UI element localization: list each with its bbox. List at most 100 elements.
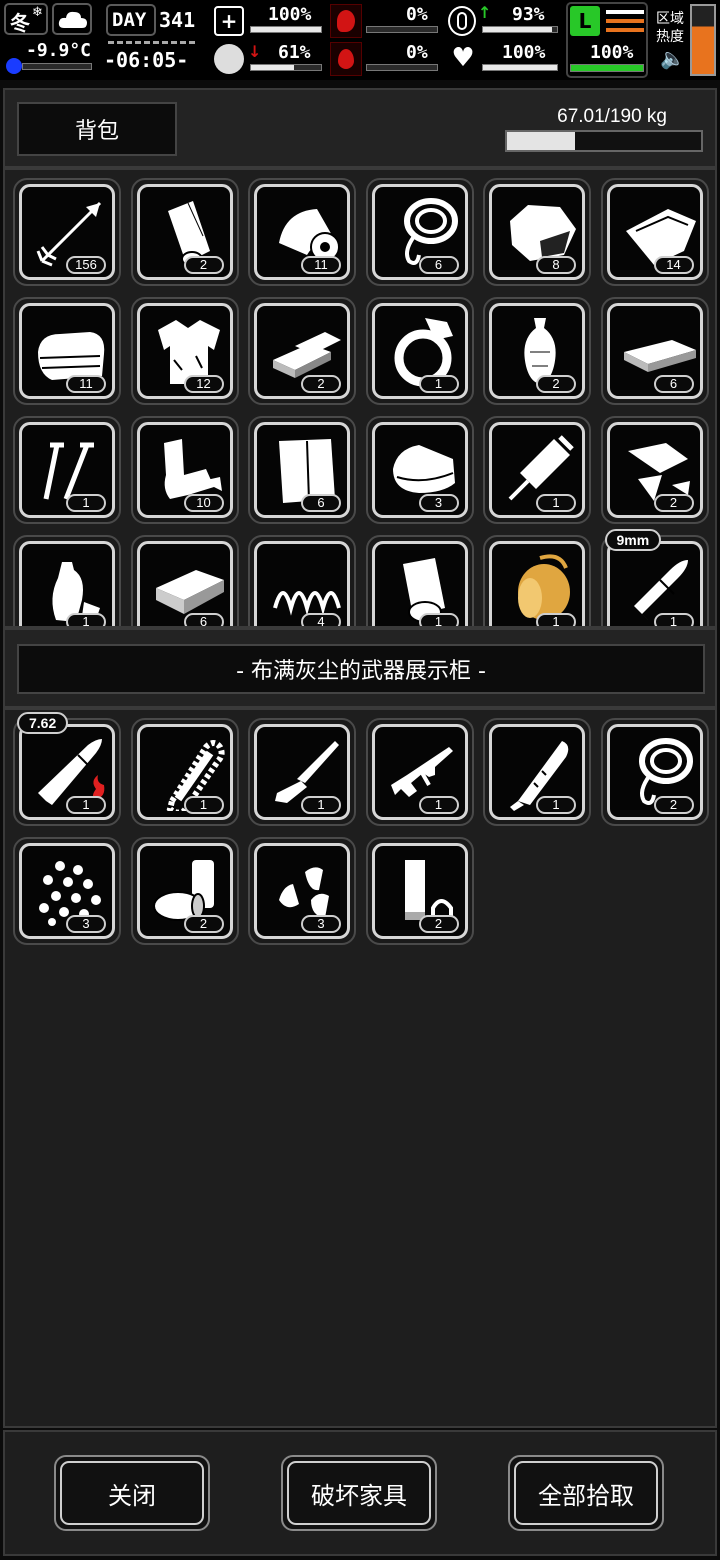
item-count-badge: 2 [301, 375, 341, 393]
item-count-badge: 8 [536, 256, 576, 274]
backpack-header: 背包 67.01/190 kg [3, 88, 717, 168]
backpack-item-slot[interactable]: 1 [13, 535, 121, 626]
take-all-button-label: 全部拾取 [514, 1461, 658, 1525]
close-button[interactable]: 关闭 [54, 1455, 210, 1531]
container-item-frame: 1 [489, 724, 585, 820]
stomach-icon [330, 4, 362, 38]
item-count-badge: 3 [66, 915, 106, 933]
destroy-furniture-button[interactable]: 破坏家具 [281, 1455, 437, 1531]
backpack-item-frame: 1 [371, 541, 468, 626]
item-count-badge: 1 [418, 796, 459, 814]
container-item-frame: 1 [371, 724, 468, 820]
backpack-item-frame: 2 [254, 303, 350, 399]
stamina-bar [570, 64, 644, 72]
item-count-badge: 6 [653, 375, 694, 393]
backpack-item-frame: 2 [136, 184, 233, 280]
backpack-slot-list: 156 2 11 6 8 14 11 12 2 1 2 6 1 10 6 3 1 2 1 6 4 1 1 1 9mm [5, 170, 715, 626]
backpack-item-slot[interactable]: 11 [13, 297, 121, 405]
backpack-item-frame: 3 [371, 422, 468, 518]
backpack-item-slot[interactable]: 6 [248, 416, 356, 524]
container-item-slot[interactable]: 1 [248, 718, 356, 826]
container-item-frame: 3 [254, 843, 350, 939]
backpack-item-frame: 4 [254, 541, 350, 626]
status-hud: 冬 ❄ -9.9°C DAY 341 -06:05- + 100% ↓ 61% … [0, 0, 720, 80]
container-item-slot[interactable]: 3 [13, 837, 121, 945]
item-count-badge: 1 [418, 375, 459, 393]
item-count-badge: 1 [66, 613, 106, 626]
container-item-slot[interactable]: 2 [130, 837, 239, 945]
backpack-item-frame: 2 [489, 303, 585, 399]
medkit-icon: + [214, 6, 244, 36]
item-count-badge: 1 [66, 796, 106, 814]
stamina-bar-fill [571, 65, 643, 71]
backpack-weight: 67.01/190 kg [557, 106, 667, 127]
backpack-item-slot[interactable]: 1 [13, 416, 121, 524]
backpack-item-slot[interactable]: 8 [483, 178, 591, 286]
health-bar-fill [251, 27, 321, 32]
health-value: 100% [268, 4, 312, 25]
hunger-bar [366, 26, 438, 33]
heart-icon: ♥ [451, 43, 475, 73]
blood-bar [366, 64, 438, 71]
container-item-slot[interactable]: 2 [365, 837, 474, 945]
backpack-item-slot[interactable]: 11 [248, 178, 356, 286]
item-count-badge: 1 [536, 796, 576, 814]
item-count-badge: 3 [418, 494, 459, 512]
backpack-item-slot[interactable]: 2 [130, 178, 239, 286]
backpack-grid[interactable]: 156 2 11 6 8 14 11 12 2 1 2 6 1 10 6 3 1 2 1 6 4 1 1 1 9mm [3, 168, 717, 628]
container-item-slot[interactable]: 1 7.62 [13, 712, 121, 826]
container-title-box: - 布满灰尘的武器展示柜 - [17, 644, 705, 694]
container-item-frame: 2 [606, 724, 703, 820]
backpack-item-slot[interactable]: 1 9mm [600, 529, 709, 626]
backpack-item-slot[interactable]: 2 [600, 416, 709, 524]
brain-bar-fill [251, 65, 294, 70]
backpack-item-slot[interactable]: 1 [365, 297, 474, 405]
backpack-item-slot[interactable]: 1 [365, 535, 474, 626]
backpack-item-slot[interactable]: 6 [130, 535, 239, 626]
zone-heat-meter [690, 4, 716, 76]
brain-bar [250, 64, 322, 71]
backpack-item-slot[interactable]: 156 [13, 178, 121, 286]
backpack-item-slot[interactable]: 10 [130, 416, 239, 524]
backpack-item-frame: 11 [19, 303, 115, 399]
container-item-slot[interactable]: 2 [600, 718, 709, 826]
backpack-item-slot[interactable]: 12 [130, 297, 239, 405]
backpack-item-slot[interactable]: 14 [600, 178, 709, 286]
item-count-badge: 4 [301, 613, 341, 626]
backpack-item-frame: 1 [489, 422, 585, 518]
stamina-value: 100% [590, 42, 634, 63]
blood-value: 0% [406, 42, 428, 63]
item-count-badge: 2 [653, 494, 694, 512]
backpack-weight-bar-fill [507, 132, 576, 150]
backpack-item-frame: 2 [606, 422, 703, 518]
backpack-item-frame: 10 [136, 422, 233, 518]
backpack-item-slot[interactable]: 6 [365, 178, 474, 286]
backpack-item-slot[interactable]: 6 [600, 297, 709, 405]
backpack-item-slot[interactable]: 4 [248, 535, 356, 626]
container-item-slot[interactable]: 3 [248, 837, 356, 945]
snow-icon: ❄ [32, 5, 43, 20]
backpack-item-slot[interactable]: 1 [483, 535, 591, 626]
ammo-caliber-tag: 7.62 [17, 712, 69, 734]
container-item-frame: 2 [371, 843, 468, 939]
backpack-item-slot[interactable]: 2 [248, 297, 356, 405]
item-count-badge: 3 [301, 915, 341, 933]
backpack-item-frame: 6 [371, 184, 468, 280]
close-button-label: 关闭 [60, 1461, 204, 1525]
container-title: - 布满灰尘的武器展示柜 - [236, 659, 486, 684]
backpack-item-slot[interactable]: 3 [365, 416, 474, 524]
brain-down-arrow-icon: ↓ [248, 42, 262, 61]
container-item-slot[interactable]: 1 [483, 718, 591, 826]
container-header: - 布满灰尘的武器展示柜 - [3, 628, 717, 708]
item-count-badge: 11 [66, 375, 106, 393]
container-grid[interactable]: 1 7.62 1 1 1 1 2 3 2 3 2 [3, 708, 717, 1428]
backpack-item-frame: 6 [136, 541, 233, 626]
backpack-item-slot[interactable]: 1 [483, 416, 591, 524]
item-count-badge: 12 [183, 375, 224, 393]
backpack-item-slot[interactable]: 2 [483, 297, 591, 405]
speaker-icon[interactable]: 🔈 [660, 46, 685, 70]
take-all-button[interactable]: 全部拾取 [508, 1455, 664, 1531]
container-item-slot[interactable]: 1 [365, 718, 474, 826]
container-item-slot[interactable]: 1 [130, 718, 239, 826]
health-bar [250, 26, 322, 33]
